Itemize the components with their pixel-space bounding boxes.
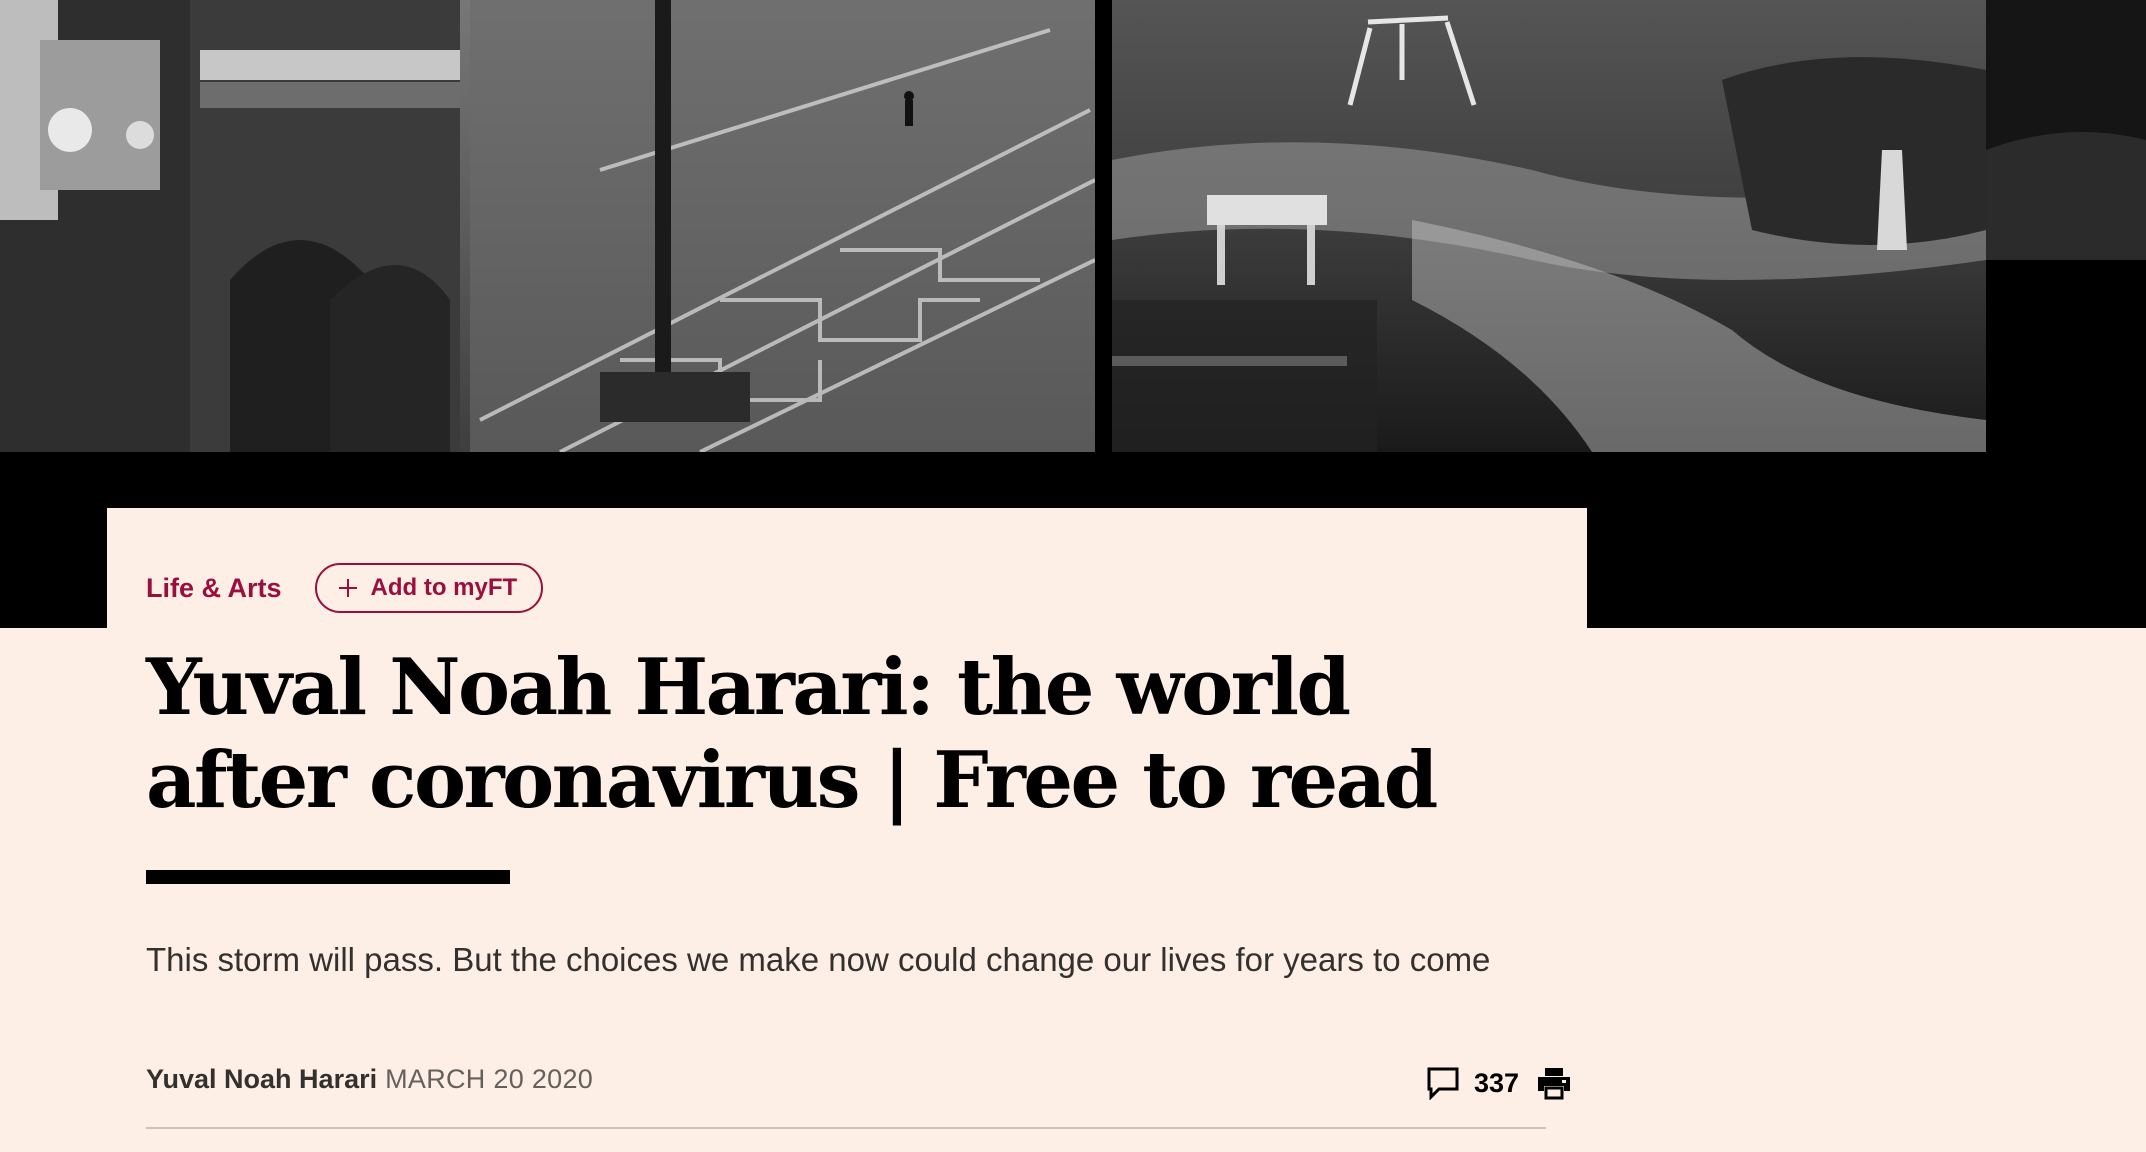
printer-icon xyxy=(1538,1068,1571,1100)
byline-row: Yuval Noah Harari MARCH 20 2020 337 xyxy=(146,1053,1571,1109)
plus-icon xyxy=(338,579,357,597)
article-standfirst: This storm will pass. But the choices we… xyxy=(146,941,1491,978)
hero-photo-edge xyxy=(1986,0,2146,260)
article-tag-row: Life & Arts Add to myFT xyxy=(146,560,544,616)
byline-divider xyxy=(146,1127,1546,1129)
add-to-myft-label: Add to myFT xyxy=(370,574,518,601)
byline: Yuval Noah Harari MARCH 20 2020 xyxy=(146,1061,593,1097)
author-link[interactable]: Yuval Noah Harari xyxy=(146,1064,377,1094)
add-to-myft-button[interactable]: Add to myFT xyxy=(314,563,544,613)
hero-photo-piazza xyxy=(0,0,1095,452)
speech-bubble-icon xyxy=(1427,1067,1459,1100)
headline-divider xyxy=(146,870,510,884)
comments-link[interactable]: 337 xyxy=(1426,1066,1519,1100)
article-header-card: Life & Arts Add to myFT Yuval Noah Harar… xyxy=(107,508,1587,1152)
comment-count: 337 xyxy=(1474,1067,1520,1098)
hero-photo-playground xyxy=(1112,0,1986,452)
section-link-life-arts[interactable]: Life & Arts xyxy=(146,573,282,604)
article-headline: Yuval Noah Harari: the world after coron… xyxy=(146,642,1438,826)
publish-date: MARCH 20 2020 xyxy=(385,1064,594,1094)
article-tools: 337 xyxy=(1426,1063,1571,1103)
print-button[interactable] xyxy=(1537,1066,1571,1100)
